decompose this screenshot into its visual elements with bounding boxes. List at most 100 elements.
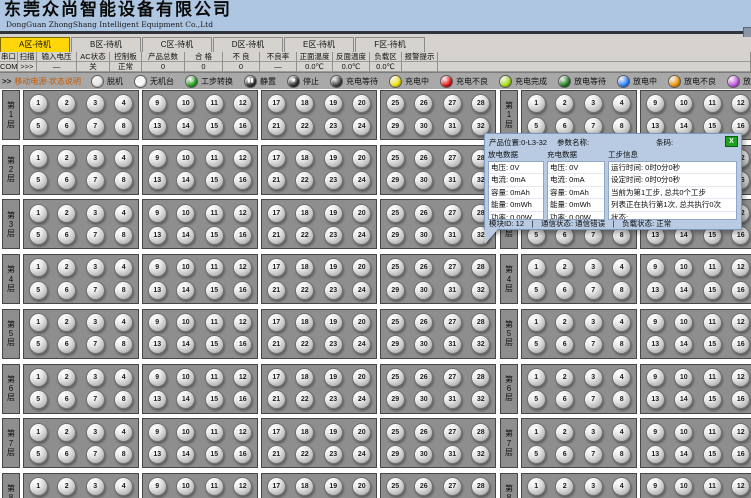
battery-cell[interactable]: 29 bbox=[386, 445, 405, 464]
battery-cell[interactable]: 24 bbox=[352, 281, 371, 300]
battery-cell[interactable]: 20 bbox=[352, 94, 371, 113]
battery-cell[interactable]: 19 bbox=[324, 204, 343, 223]
battery-cell[interactable]: 31 bbox=[443, 281, 462, 300]
battery-cell[interactable]: 13 bbox=[646, 445, 665, 464]
battery-cell[interactable]: 13 bbox=[148, 281, 167, 300]
battery-cell[interactable]: 20 bbox=[352, 368, 371, 387]
battery-cell[interactable]: 22 bbox=[295, 281, 314, 300]
battery-cell[interactable]: 29 bbox=[386, 390, 405, 409]
battery-cell[interactable]: 15 bbox=[703, 281, 722, 300]
battery-cell[interactable]: 2 bbox=[57, 204, 76, 223]
battery-cell[interactable]: 21 bbox=[267, 171, 286, 190]
battery-cell[interactable]: 8 bbox=[114, 117, 133, 136]
battery-cell[interactable]: 17 bbox=[267, 258, 286, 277]
battery-cell[interactable]: 27 bbox=[443, 368, 462, 387]
battery-cell[interactable]: 31 bbox=[443, 171, 462, 190]
battery-cell[interactable]: 9 bbox=[148, 477, 167, 496]
battery-cell[interactable]: 20 bbox=[352, 149, 371, 168]
battery-cell[interactable]: 2 bbox=[555, 313, 574, 332]
battery-cell[interactable]: 16 bbox=[233, 445, 252, 464]
battery-cell[interactable]: 12 bbox=[233, 258, 252, 277]
battery-cell[interactable]: 11 bbox=[703, 94, 722, 113]
battery-cell[interactable]: 28 bbox=[471, 258, 490, 277]
battery-cell[interactable]: 10 bbox=[674, 368, 693, 387]
battery-cell[interactable]: 19 bbox=[324, 368, 343, 387]
battery-cell[interactable]: 6 bbox=[555, 390, 574, 409]
battery-cell[interactable]: 18 bbox=[295, 149, 314, 168]
battery-cell[interactable]: 8 bbox=[114, 390, 133, 409]
battery-cell[interactable]: 28 bbox=[471, 368, 490, 387]
battery-cell[interactable]: 32 bbox=[471, 445, 490, 464]
battery-cell[interactable]: 17 bbox=[267, 313, 286, 332]
battery-cell[interactable]: 2 bbox=[57, 149, 76, 168]
tab-zone-F[interactable]: F区-待机 bbox=[355, 37, 425, 52]
battery-cell[interactable]: 25 bbox=[386, 94, 405, 113]
battery-cell[interactable]: 20 bbox=[352, 423, 371, 442]
battery-cell[interactable]: 24 bbox=[352, 390, 371, 409]
battery-cell[interactable]: 2 bbox=[57, 313, 76, 332]
battery-cell[interactable]: 21 bbox=[267, 117, 286, 136]
battery-cell[interactable]: 17 bbox=[267, 423, 286, 442]
battery-cell[interactable]: 6 bbox=[57, 171, 76, 190]
battery-cell[interactable]: 18 bbox=[295, 204, 314, 223]
battery-cell[interactable]: 21 bbox=[267, 226, 286, 245]
tab-zone-D[interactable]: D区-待机 bbox=[213, 37, 283, 52]
battery-cell[interactable]: 15 bbox=[205, 281, 224, 300]
battery-cell[interactable]: 9 bbox=[646, 368, 665, 387]
battery-cell[interactable]: 28 bbox=[471, 313, 490, 332]
battery-cell[interactable]: 26 bbox=[414, 149, 433, 168]
battery-cell[interactable]: 20 bbox=[352, 258, 371, 277]
battery-cell[interactable]: 6 bbox=[57, 335, 76, 354]
battery-cell[interactable]: 7 bbox=[584, 390, 603, 409]
battery-cell[interactable]: 13 bbox=[646, 335, 665, 354]
battery-cell[interactable]: 23 bbox=[324, 390, 343, 409]
battery-cell[interactable]: 13 bbox=[148, 390, 167, 409]
battery-cell[interactable]: 31 bbox=[443, 445, 462, 464]
battery-cell[interactable]: 16 bbox=[233, 281, 252, 300]
battery-cell[interactable]: 19 bbox=[324, 94, 343, 113]
battery-cell[interactable]: 6 bbox=[555, 445, 574, 464]
battery-cell[interactable]: 9 bbox=[148, 423, 167, 442]
battery-cell[interactable]: 30 bbox=[414, 390, 433, 409]
battery-cell[interactable]: 4 bbox=[612, 258, 631, 277]
battery-cell[interactable]: 13 bbox=[148, 171, 167, 190]
battery-cell[interactable]: 26 bbox=[414, 94, 433, 113]
battery-cell[interactable]: 3 bbox=[86, 368, 105, 387]
battery-cell[interactable]: 5 bbox=[29, 390, 48, 409]
battery-cell[interactable]: 19 bbox=[324, 423, 343, 442]
battery-cell[interactable]: 3 bbox=[86, 94, 105, 113]
battery-cell[interactable]: 1 bbox=[29, 368, 48, 387]
battery-cell[interactable]: 5 bbox=[29, 445, 48, 464]
battery-cell[interactable]: 12 bbox=[731, 368, 750, 387]
battery-cell[interactable]: 25 bbox=[386, 149, 405, 168]
battery-cell[interactable]: 1 bbox=[527, 94, 546, 113]
battery-cell[interactable]: 6 bbox=[57, 390, 76, 409]
battery-cell[interactable]: 3 bbox=[584, 477, 603, 496]
battery-cell[interactable]: 32 bbox=[471, 390, 490, 409]
battery-cell[interactable]: 14 bbox=[674, 445, 693, 464]
battery-cell[interactable]: 18 bbox=[295, 368, 314, 387]
battery-cell[interactable]: 14 bbox=[176, 390, 195, 409]
battery-cell[interactable]: 11 bbox=[205, 149, 224, 168]
battery-cell[interactable]: 7 bbox=[86, 117, 105, 136]
battery-cell[interactable]: 26 bbox=[414, 368, 433, 387]
battery-cell[interactable]: 1 bbox=[29, 94, 48, 113]
battery-cell[interactable]: 4 bbox=[612, 94, 631, 113]
battery-cell[interactable]: 25 bbox=[386, 368, 405, 387]
battery-cell[interactable]: 10 bbox=[674, 258, 693, 277]
battery-cell[interactable]: 30 bbox=[414, 226, 433, 245]
battery-cell[interactable]: 24 bbox=[352, 226, 371, 245]
battery-cell[interactable]: 22 bbox=[295, 445, 314, 464]
battery-cell[interactable]: 15 bbox=[205, 226, 224, 245]
battery-cell[interactable]: 30 bbox=[414, 335, 433, 354]
battery-cell[interactable]: 2 bbox=[555, 423, 574, 442]
battery-cell[interactable]: 5 bbox=[29, 226, 48, 245]
battery-cell[interactable]: 2 bbox=[57, 423, 76, 442]
battery-cell[interactable]: 9 bbox=[148, 313, 167, 332]
battery-cell[interactable]: 5 bbox=[29, 335, 48, 354]
battery-cell[interactable]: 23 bbox=[324, 117, 343, 136]
battery-cell[interactable]: 5 bbox=[29, 171, 48, 190]
battery-cell[interactable]: 4 bbox=[114, 149, 133, 168]
battery-cell[interactable]: 4 bbox=[114, 368, 133, 387]
battery-cell[interactable]: 18 bbox=[295, 94, 314, 113]
